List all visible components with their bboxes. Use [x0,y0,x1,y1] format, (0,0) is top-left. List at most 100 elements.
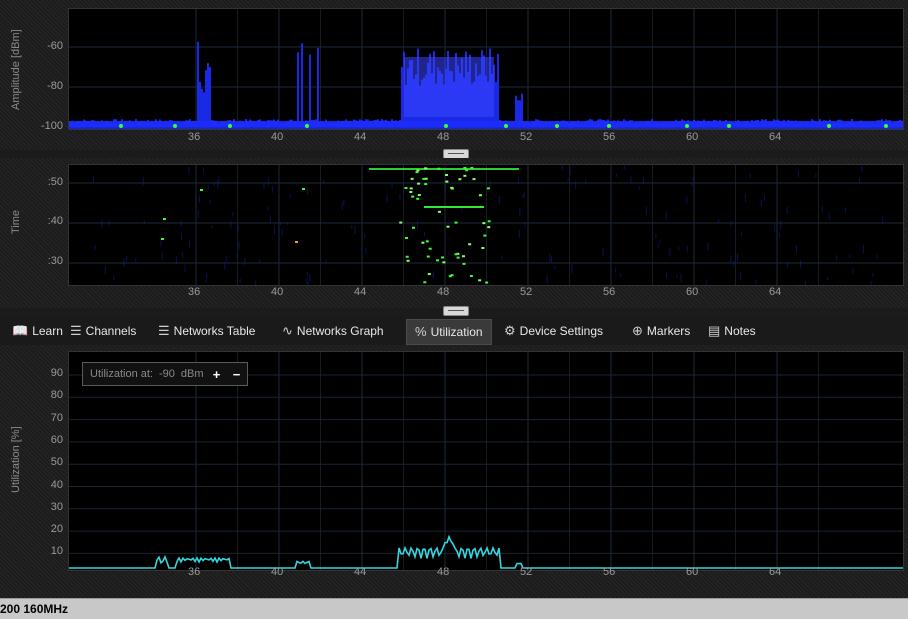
spectrum-bar [769,121,771,127]
tab-networks-graph[interactable]: ∿ Networks Graph [282,319,384,343]
spectrum-bar [329,122,331,127]
x-tick-label: 48 [437,131,450,143]
threshold-unit: dBm [180,368,204,380]
spectrum-bar [715,120,717,127]
waterfall-cell [585,179,587,185]
waterfall-cell [517,176,519,185]
spectrum-bar [789,120,791,127]
waterfall-cell [188,240,190,248]
waterfall-plot[interactable] [68,164,904,286]
waterfall-hit [405,255,409,258]
spectrum-bar [333,121,335,127]
spectrum-bar [689,121,691,127]
spectrum-bar [195,121,197,127]
spectrum-bar [501,120,503,127]
waterfall-hit [428,247,432,250]
spectrum-bar [699,121,701,127]
spectrum-bar [629,120,631,127]
spectrum-bar [811,119,813,127]
spectrum-bar [123,122,125,127]
waterfall-hit [161,238,164,240]
waterfall-hit [482,222,486,225]
waterfall-cell [638,185,640,190]
tab-channels[interactable]: ☰ Channels [70,319,136,343]
spectrum-bar [325,119,327,127]
spectrum-bar [599,119,601,127]
hot-point [119,124,123,128]
waterfall-cell [211,225,213,229]
amplitude-plot[interactable] [68,8,904,130]
time-panel: Time :50 :40 :30 36 40 44 48 52 56 60 64 [0,158,908,308]
waterfall-cell [730,255,732,263]
tab-device-settings[interactable]: ⚙ Device Settings [504,319,603,343]
spectrum-bar [713,119,715,127]
spectrum-bar [157,122,159,127]
spectrum-bar [161,121,163,127]
spectrum-bar [377,119,379,127]
spectrum-bar [659,122,661,127]
splitter-handle-bottom[interactable] [443,306,469,316]
tab-markers[interactable]: ⊕ Markers [632,319,690,343]
spectrum-bar [109,122,111,127]
waterfall-cell [93,176,95,184]
spectrum-bar [893,122,895,127]
spectrum-bar [523,121,525,127]
tab-label: Learn [32,324,63,338]
spectrum-bar [69,121,71,127]
spectrum-bar [751,119,753,127]
spectrum-bar [841,120,843,127]
spectrum-bar [697,120,699,127]
spectrum-bar [185,120,187,127]
tab-networks-table[interactable]: ☰ Networks Table [158,319,255,343]
waterfall-hit [468,243,472,246]
spectrum-bar [239,120,241,127]
spectrum-bar [717,122,719,127]
waterfall-cell [267,176,269,186]
spectrum-bar [839,119,841,127]
tab-notes[interactable]: ▤ Notes [708,319,756,343]
spectrum-bar [663,121,665,127]
spectrum-bar [373,120,375,127]
waterfall-cell [160,239,162,248]
spectrum-bar [201,88,203,127]
tab-utilization[interactable]: % Utilization [406,319,492,345]
amp-ytick: -80 [47,80,63,92]
increase-threshold-button[interactable]: + [210,367,224,382]
wifi-icon: ☰ [158,323,170,338]
waterfall-burst [424,206,484,208]
spectrum-bar [577,120,579,127]
waterfall-hit [411,195,415,198]
spectrum-bar [147,119,149,127]
waterfall-cell [805,280,807,285]
spectrum-bar [653,122,655,127]
waterfall-cell [546,275,548,284]
spectrum-bar [211,120,213,127]
spectrum-bar [563,120,565,127]
spectrum-bar [549,121,551,127]
hot-point [884,124,888,128]
spectrum-bar [679,120,681,127]
spectrum-bar [617,120,619,127]
tab-learn[interactable]: 📖 Learn [12,319,63,343]
spectrum-bar [623,119,625,127]
hot-point [504,124,508,128]
spectrum-bar [655,121,657,127]
hot-point [607,124,611,128]
waterfall-cell [686,195,688,204]
spectrum-bar [95,122,97,127]
waterfall-cell [101,219,103,228]
waterfall-cell [255,280,257,285]
spectrum-bar [643,121,645,127]
percent-icon: % [415,324,427,339]
spectrum-bar [849,121,851,127]
waterfall-cell [236,254,238,258]
spectrum-bar [529,122,531,127]
utilization-threshold-control: Utilization at: -90 dBm + − [82,362,248,386]
spectrum-bar [263,122,265,127]
waterfall-cell [351,225,353,229]
waterfall-cell [821,206,823,213]
decrease-threshold-button[interactable]: − [230,367,244,382]
spectrum-bar [321,121,323,127]
x-tick-label: 44 [354,566,367,578]
spectrum-bar [745,121,747,127]
